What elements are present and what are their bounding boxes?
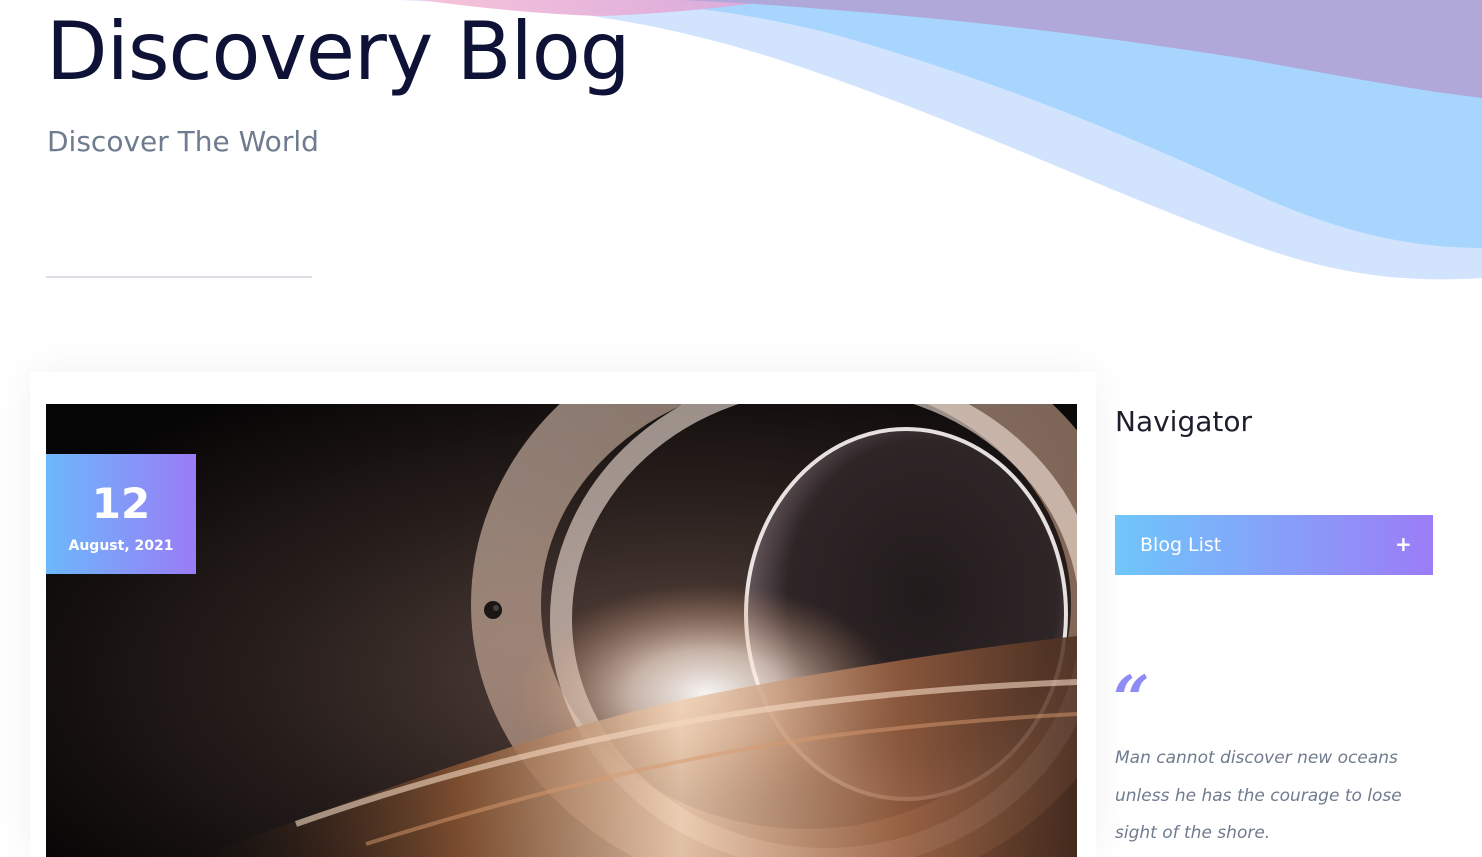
sidebar-heading: Navigator <box>1115 405 1253 438</box>
blog-list-button[interactable]: Blog List + <box>1115 515 1433 575</box>
post-date-month: August, 2021 <box>68 538 174 554</box>
black-hole-image <box>46 404 1077 857</box>
post-date-badge: 12 August, 2021 <box>46 454 196 574</box>
post-date-day: 12 <box>91 479 151 528</box>
blog-list-label: Blog List <box>1140 534 1222 556</box>
title-divider <box>46 276 312 278</box>
page-title: Discovery Blog <box>46 5 630 98</box>
quote-icon: “ <box>1113 662 1150 737</box>
sidebar-quote: Man cannot discover new oceans unless he… <box>1115 748 1402 843</box>
page-subtitle: Discover The World <box>47 125 319 158</box>
post-featured-image[interactable] <box>46 404 1077 857</box>
plus-icon: + <box>1395 532 1412 556</box>
